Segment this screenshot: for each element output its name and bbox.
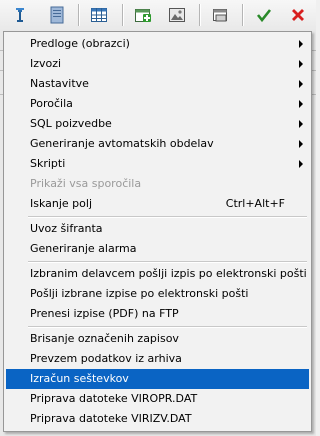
- menu-item-label: Priprava datoteke VIRIZV.DAT: [30, 412, 192, 425]
- menu-separator: [28, 216, 307, 218]
- menu-item-label: Pošlji izbrane izpise po elektronski poš…: [30, 287, 249, 300]
- menu-item-label: Nastavitve: [30, 77, 89, 90]
- menu-item-label: Brisanje označenih zapisov: [30, 332, 179, 345]
- cancel-x-icon[interactable]: [286, 3, 310, 27]
- menu-item-generiranje-alarma[interactable]: Generiranje alarma: [6, 239, 309, 259]
- menu-item-prenesi-ftp[interactable]: Prenesi izpise (PDF) na FTP: [6, 304, 309, 324]
- menu-item-viropr[interactable]: Priprava datoteke VIROPR.DAT: [6, 389, 309, 409]
- menu-separator: [28, 326, 307, 328]
- menu-item-label: Generiranje avtomatskih obdelav: [30, 137, 214, 150]
- menu-item-label: Iskanje polj: [30, 197, 93, 210]
- menu-item-label: Prenesi izpise (PDF) na FTP: [30, 307, 179, 320]
- shortcut-label: Ctrl+Alt+F: [225, 197, 285, 210]
- context-menu: Predloge (obrazci) Izvozi Nastavitve Por…: [3, 31, 312, 432]
- key-icon[interactable]: [8, 3, 32, 27]
- menu-item-izvozi[interactable]: Izvozi: [6, 54, 309, 74]
- toolbar-separator: [242, 4, 243, 26]
- menu-item-label: SQL poizvedbe: [30, 117, 112, 130]
- menu-item-prevzem-arhiva[interactable]: Prevzem podatkov iz arhiva: [6, 349, 309, 369]
- image-icon[interactable]: [165, 3, 189, 27]
- toolbar-separator: [78, 4, 79, 26]
- toolbar-separator: [122, 4, 123, 26]
- submenu-arrow-icon: [299, 60, 303, 68]
- submenu-arrow-icon: [299, 160, 303, 168]
- menu-item-uvoz-sifranta[interactable]: Uvoz šifranta: [6, 219, 309, 239]
- menu-item-poslji-izpise[interactable]: Pošlji izbrane izpise po elektronski poš…: [6, 284, 309, 304]
- print-preview-icon[interactable]: [208, 3, 232, 27]
- menu-item-label: Prevzem podatkov iz arhiva: [30, 352, 182, 365]
- toolbar-separator: [199, 4, 200, 26]
- toolbar: [0, 0, 316, 31]
- menu-item-label: Priprava datoteke VIROPR.DAT: [30, 392, 198, 405]
- menu-item-izracun-sestevkov[interactable]: Izračun seštevkov: [6, 369, 309, 389]
- menu-item-virizv[interactable]: Priprava datoteke VIRIZV.DAT: [6, 409, 309, 429]
- menu-item-poslji-delavcem[interactable]: Izbranim delavcem pošlji izpis po elektr…: [6, 264, 309, 284]
- menu-item-label: Predloge (obrazci): [30, 37, 130, 50]
- menu-item-predloge[interactable]: Predloge (obrazci): [6, 34, 309, 54]
- menu-item-nastavitve[interactable]: Nastavitve: [6, 74, 309, 94]
- menu-item-skripti[interactable]: Skripti: [6, 154, 309, 174]
- menu-item-label: Izvozi: [30, 57, 62, 70]
- document-icon[interactable]: [45, 3, 69, 27]
- table-grid-icon[interactable]: [87, 3, 111, 27]
- menu-item-label: Izračun seštevkov: [30, 372, 129, 385]
- menu-item-porocila[interactable]: Poročila: [6, 94, 309, 114]
- menu-item-label: Izbranim delavcem pošlji izpis po elektr…: [30, 267, 307, 280]
- submenu-arrow-icon: [299, 40, 303, 48]
- menu-item-prikazi-sporocila: Prikaži vsa sporočila: [6, 174, 309, 194]
- menu-separator: [28, 261, 307, 263]
- menu-item-label: Generiranje alarma: [30, 242, 137, 255]
- menu-item-brisanje[interactable]: Brisanje označenih zapisov: [6, 329, 309, 349]
- menu-item-label: Prikaži vsa sporočila: [30, 177, 142, 190]
- menu-item-generiranje-obdelav[interactable]: Generiranje avtomatskih obdelav: [6, 134, 309, 154]
- menu-item-label: Poročila: [30, 97, 73, 110]
- submenu-arrow-icon: [299, 80, 303, 88]
- menu-item-label: Skripti: [30, 157, 66, 170]
- submenu-arrow-icon: [299, 120, 303, 128]
- add-record-icon[interactable]: [131, 3, 155, 27]
- menu-item-sql-poizvedbe[interactable]: SQL poizvedbe: [6, 114, 309, 134]
- menu-item-iskanje-polj[interactable]: Iskanje polj Ctrl+Alt+F: [6, 194, 309, 214]
- submenu-arrow-icon: [299, 140, 303, 148]
- menu-item-label: Uvoz šifranta: [30, 222, 103, 235]
- submenu-arrow-icon: [299, 100, 303, 108]
- confirm-check-icon[interactable]: [252, 3, 276, 27]
